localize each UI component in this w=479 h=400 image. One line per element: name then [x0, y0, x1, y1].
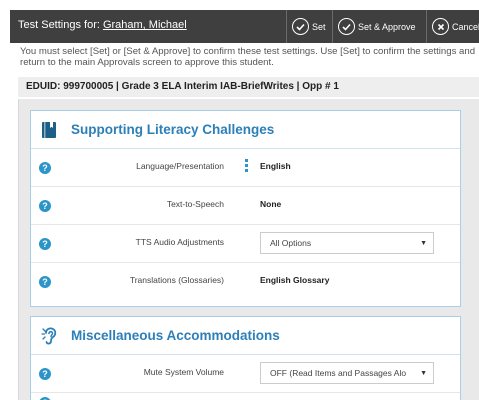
mute-volume-select[interactable]: OFF (Read Items and Passages Alo ▼: [260, 362, 434, 384]
setting-label: Text-to-Speech: [166, 199, 224, 209]
book-icon: [39, 119, 61, 141]
header-title-prefix: Test Settings for:: [18, 19, 100, 31]
info-icon[interactable]: ?: [39, 162, 51, 174]
ear-icon: [39, 325, 61, 347]
supporting-literacy-panel: Supporting Literacy Challenges ? Languag…: [30, 110, 461, 307]
supporting-literacy-header: Supporting Literacy Challenges: [31, 111, 460, 149]
tts-audio-select[interactable]: All Options ▼: [260, 232, 434, 254]
setting-value: None: [260, 199, 282, 209]
instructions-text: You must select [Set] or [Set & Approve]…: [20, 46, 476, 68]
set-button[interactable]: Set: [286, 10, 332, 43]
setting-value: English: [260, 161, 291, 171]
eduid-line: EDUID: 999700005 | Grade 3 ELA Interim I…: [18, 77, 479, 97]
setting-label: Translations (Glossaries): [129, 275, 224, 285]
setting-label: Mute System Volume: [143, 367, 224, 377]
misc-accommodations-header: Miscellaneous Accommodations: [31, 317, 460, 355]
setting-value: English Glossary: [260, 275, 330, 285]
setting-row-text-to-speech: ? Text-to-Speech None: [31, 187, 460, 225]
info-icon[interactable]: ?: [39, 238, 51, 250]
check-circle-icon: [338, 18, 355, 35]
tts-audio-selected-value: All Options: [270, 238, 312, 248]
cancel-button[interactable]: Cancel: [426, 10, 479, 43]
setting-row-partial: ?: [31, 393, 460, 400]
set-button-label: Set: [312, 21, 326, 32]
x-circle-icon: [432, 18, 449, 35]
caret-down-icon: ▼: [420, 370, 427, 377]
check-circle-icon: [292, 18, 309, 35]
cancel-button-label: Cancel: [452, 21, 479, 32]
set-and-approve-button[interactable]: Set & Approve: [332, 10, 426, 43]
info-icon[interactable]: ?: [39, 200, 51, 212]
set-and-approve-button-label: Set & Approve: [358, 21, 416, 32]
section-title: Miscellaneous Accommodations: [71, 328, 280, 343]
setting-row-language: ? Language/Presentation English: [31, 149, 460, 187]
setting-row-translations: ? Translations (Glossaries) English Glos…: [31, 263, 460, 301]
info-icon[interactable]: ?: [39, 276, 51, 288]
setting-label: Language/Presentation: [136, 161, 224, 171]
drag-handle-icon[interactable]: [245, 159, 249, 175]
mute-volume-selected-value: OFF (Read Items and Passages Alo: [270, 368, 407, 378]
header-title: Test Settings for: Graham, Michael: [18, 19, 187, 31]
section-title: Supporting Literacy Challenges: [71, 122, 275, 137]
caret-down-icon: ▼: [420, 240, 427, 247]
setting-row-mute-volume: ? Mute System Volume OFF (Read Items and…: [31, 355, 460, 393]
setting-row-tts-audio: ? TTS Audio Adjustments All Options ▼: [31, 225, 460, 263]
setting-label: TTS Audio Adjustments: [135, 237, 224, 247]
info-icon[interactable]: ?: [39, 368, 51, 380]
misc-accommodations-panel: Miscellaneous Accommodations ? Mute Syst…: [30, 316, 461, 400]
test-settings-header: Test Settings for: Graham, Michael Set Se…: [10, 10, 479, 43]
student-name-link[interactable]: Graham, Michael: [103, 19, 187, 31]
